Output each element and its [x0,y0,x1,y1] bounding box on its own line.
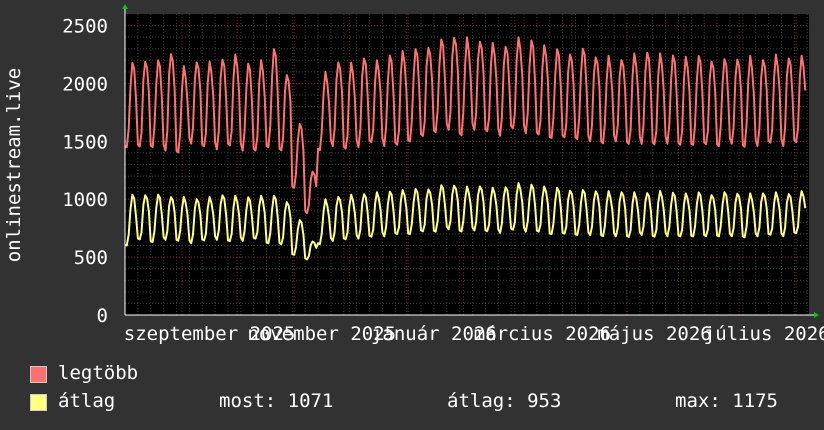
y-tick-label: 0 [97,305,108,327]
x-tick-label: július 2026 [704,323,824,345]
x-axis-arrow-icon [814,312,819,318]
stat-maximum: max: 1175 [675,390,778,412]
legend-label-max: legtöbb [58,362,139,384]
legend-swatch-avg [30,394,47,411]
y-axis-label: onlinestream.live [3,55,25,275]
y-tick-label: 1000 [62,189,108,211]
stat-average: átlag: 953 [447,390,562,412]
y-tick-label: 1500 [62,131,108,153]
legend-label-avg: átlag [58,390,116,412]
y-axis-label-text: onlinestream.live [3,67,25,263]
stat-current: most: 1071 [219,390,334,412]
y-tick-label: 2000 [62,73,108,95]
x-tick-label: május 2026 [597,323,711,345]
x-tick-label: március 2026 [474,323,611,345]
y-tick-label: 500 [74,247,108,269]
y-tick-label: 2500 [62,16,108,38]
legend-swatch-max [30,366,47,383]
y-axis-arrow-icon [122,4,128,9]
traffic-chart: 05001000150020002500szeptember 2025novem… [62,4,824,345]
